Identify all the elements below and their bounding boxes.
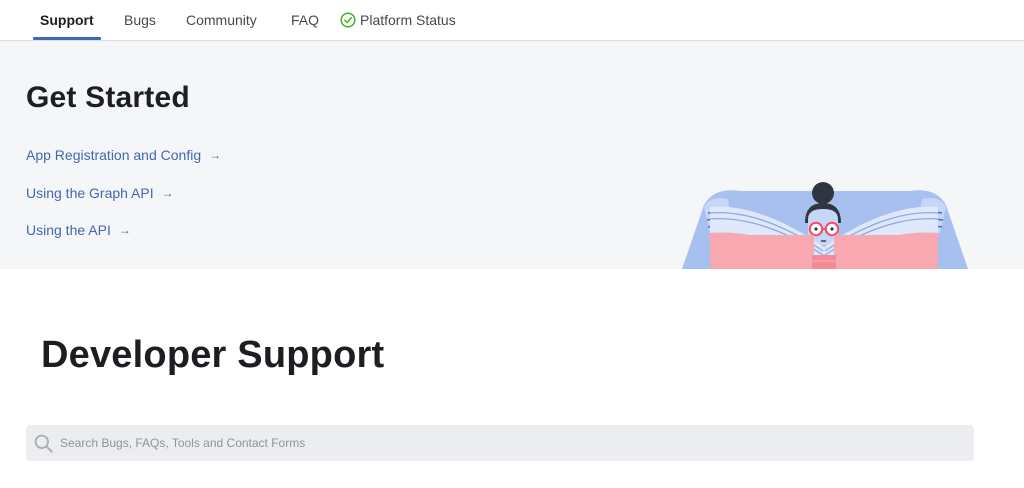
arrow-right-icon: → bbox=[209, 148, 222, 162]
search-icon bbox=[34, 434, 53, 453]
search-bar[interactable] bbox=[26, 425, 974, 461]
link-graph-api[interactable]: Using the Graph API → bbox=[26, 185, 174, 201]
link-app-registration[interactable]: App Registration and Config → bbox=[26, 147, 221, 163]
search-input[interactable] bbox=[60, 425, 960, 461]
platform-status-label: Platform Status bbox=[360, 12, 456, 28]
link-using-api[interactable]: Using the API → bbox=[26, 222, 131, 238]
arrow-right-icon: → bbox=[161, 186, 174, 200]
link-label: App Registration and Config bbox=[26, 147, 202, 163]
active-tab-indicator bbox=[33, 37, 101, 40]
person-reading-book-illustration bbox=[682, 182, 968, 269]
tab-platform-status[interactable]: Platform Status bbox=[340, 0, 456, 40]
top-nav: Support Bugs Community FAQ Platform Stat… bbox=[0, 0, 1024, 41]
link-label: Using the Graph API bbox=[26, 185, 154, 201]
get-started-title: Get Started bbox=[26, 81, 190, 114]
tab-faq[interactable]: FAQ bbox=[291, 0, 319, 40]
page-title: Developer Support bbox=[41, 334, 385, 376]
arrow-right-icon: → bbox=[118, 223, 131, 237]
tab-support[interactable]: Support bbox=[40, 0, 94, 40]
get-started-section: Get Started App Registration and Config … bbox=[0, 41, 1024, 269]
link-label: Using the API bbox=[26, 222, 111, 238]
tab-bugs[interactable]: Bugs bbox=[124, 0, 156, 40]
tab-community[interactable]: Community bbox=[186, 0, 257, 40]
check-circle-icon bbox=[340, 12, 356, 28]
